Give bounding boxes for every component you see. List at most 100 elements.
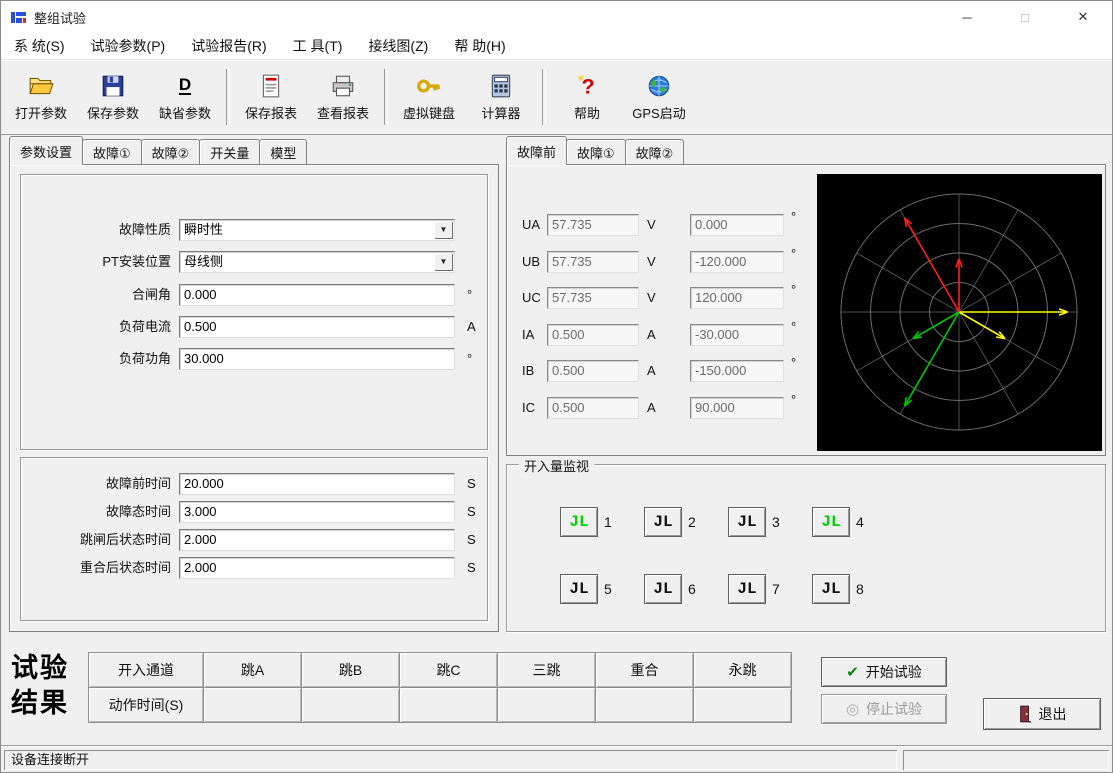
ub-magnitude-input[interactable]: 57.735 (547, 251, 639, 273)
fault-nature-select[interactable]: 瞬时性 ▼ (179, 219, 455, 241)
load-angle-unit: ° (467, 348, 472, 370)
switch-number: 7 (772, 574, 780, 604)
close-button[interactable]: ✕ (1054, 1, 1112, 33)
result-side-label: 试验 结果 (11, 651, 89, 721)
fault-time-unit: S (467, 501, 476, 523)
tab-fault-1-right[interactable]: 故障① (566, 139, 626, 165)
switch-contact-icon[interactable]: JL (560, 507, 598, 537)
save-report-button[interactable]: 保存报表 (235, 64, 307, 130)
gps-globe-icon (646, 73, 672, 99)
load-current-unit: A (467, 316, 476, 338)
minimize-button[interactable]: ─ (938, 1, 996, 33)
degree-symbol: ° (791, 319, 796, 334)
toolbar-label: 计算器 (481, 103, 520, 122)
result-value-row: 动作时间(S) (89, 688, 792, 723)
ic-angle-input[interactable]: 90.000 (690, 397, 784, 419)
chevron-down-icon[interactable]: ▼ (434, 221, 453, 239)
switch-number: 3 (772, 507, 780, 537)
toolbar-label: 虚拟键盘 (403, 103, 455, 122)
switch-contact-icon[interactable]: JL (812, 574, 850, 604)
ub-angle-input[interactable]: -120.000 (690, 251, 784, 273)
virtual-keyboard-button[interactable]: 虚拟键盘 (393, 64, 465, 130)
exit-door-icon (1018, 704, 1032, 724)
default-params-button[interactable]: D 缺省参数 (149, 64, 221, 130)
header-input-channel: 开入通道 (88, 652, 204, 688)
fault-time-input[interactable]: 3.000 (179, 501, 455, 523)
post-reclose-time-label: 重合后状态时间 (21, 557, 171, 579)
form-row: 故障前时间 20.000 S (21, 473, 487, 495)
closing-angle-input[interactable]: 0.000 (179, 284, 455, 306)
switch-contact-icon[interactable]: JL (728, 507, 766, 537)
menu-help[interactable]: 帮 助(H) (441, 33, 518, 59)
ua-label: UA (522, 214, 540, 236)
ib-magnitude-input[interactable]: 0.500 (547, 360, 639, 382)
pre-fault-time-input[interactable]: 20.000 (179, 473, 455, 495)
toolbar-separator (226, 69, 230, 125)
pt-position-select[interactable]: 母线侧 ▼ (179, 251, 455, 273)
ia-angle-input[interactable]: -30.000 (690, 324, 784, 346)
exit-label: 退出 (1039, 704, 1067, 724)
post-reclose-time-input[interactable]: 2.000 (179, 557, 455, 579)
switch-contact-icon[interactable]: JL (644, 507, 682, 537)
toolbar-label: 打开参数 (15, 103, 67, 122)
ua-angle-input[interactable]: 0.000 (690, 214, 784, 236)
ua-magnitude-input[interactable]: 57.735 (547, 214, 639, 236)
ia-label: IA (522, 324, 534, 346)
load-angle-label: 负荷功角 (21, 348, 171, 370)
param-settings-page: 故障性质 瞬时性 ▼ PT安装位置 母线侧 ▼ 合闸角 0.000 ° 负荷电流 (9, 164, 499, 632)
status-secondary-panel (903, 750, 1109, 770)
load-current-input[interactable]: 0.500 (179, 316, 455, 338)
calculator-button[interactable]: 计算器 (465, 64, 537, 130)
open-params-button[interactable]: 打开参数 (5, 64, 77, 130)
uc-angle-input[interactable]: 120.000 (690, 287, 784, 309)
gps-start-button[interactable]: GPS启动 (623, 64, 695, 130)
tab-pre-fault[interactable]: 故障前 (506, 136, 567, 165)
stop-icon: ◎ (846, 700, 859, 718)
menu-tools[interactable]: 工 具(T) (280, 33, 356, 59)
tab-fault-2-left[interactable]: 故障② (141, 139, 201, 165)
help-button[interactable]: ? 帮助 (551, 64, 623, 130)
app-window: 整组试验 ─ □ ✕ 系 统(S) 试验参数(P) 试验报告(R) 工 具(T)… (0, 0, 1113, 773)
load-angle-input[interactable]: 30.000 (179, 348, 455, 370)
tab-fault-1-left[interactable]: 故障① (82, 139, 142, 165)
switch-contact-icon[interactable]: JL (644, 574, 682, 604)
status-bar: 设备连接断开 (1, 745, 1112, 773)
switch-number: 1 (604, 507, 612, 537)
menu-test-params[interactable]: 试验参数(P) (78, 33, 179, 59)
right-tab-strip: 故障前 故障① 故障② (506, 141, 683, 165)
start-test-button[interactable]: ✔ 开始试验 (821, 657, 947, 687)
help-icon: ? (574, 73, 600, 99)
result-label-line1: 试验 (11, 651, 89, 686)
menu-system[interactable]: 系 统(S) (1, 33, 78, 59)
view-report-button[interactable]: 查看报表 (307, 64, 379, 130)
form-row: PT安装位置 母线侧 ▼ (21, 251, 487, 273)
post-trip-time-input[interactable]: 2.000 (179, 529, 455, 551)
closing-angle-unit: ° (467, 284, 472, 306)
switch-contact-icon[interactable]: JL (560, 574, 598, 604)
save-params-button[interactable]: 保存参数 (77, 64, 149, 130)
value-trip-b (301, 687, 400, 723)
switch-number: 5 (604, 574, 612, 604)
tab-param-settings[interactable]: 参数设置 (9, 136, 83, 165)
form-row: 重合后状态时间 2.000 S (21, 557, 487, 579)
switch-contact-icon[interactable]: JL (812, 507, 850, 537)
form-row: 跳闸后状态时间 2.000 S (21, 529, 487, 551)
tab-switch-quantity[interactable]: 开关量 (199, 139, 260, 165)
ia-magnitude-input[interactable]: 0.500 (547, 324, 639, 346)
value-three-phase-trip (497, 687, 596, 723)
switch-contact-icon[interactable]: JL (728, 574, 766, 604)
maximize-button[interactable]: □ (996, 1, 1054, 33)
uc-magnitude-input[interactable]: 57.735 (547, 287, 639, 309)
post-trip-time-unit: S (467, 529, 476, 551)
uc-label: UC (522, 287, 541, 309)
ic-magnitude-input[interactable]: 0.500 (547, 397, 639, 419)
pre-fault-time-unit: S (467, 473, 476, 495)
tab-fault-2-right[interactable]: 故障② (625, 139, 685, 165)
exit-button[interactable]: 退出 (983, 698, 1101, 730)
menu-wiring-diagram[interactable]: 接线图(Z) (355, 33, 441, 59)
tab-model[interactable]: 模型 (259, 139, 307, 165)
chevron-down-icon[interactable]: ▼ (434, 253, 453, 271)
toolbar-label: GPS启动 (632, 103, 685, 122)
menu-test-report[interactable]: 试验报告(R) (178, 33, 279, 59)
ib-angle-input[interactable]: -150.000 (690, 360, 784, 382)
